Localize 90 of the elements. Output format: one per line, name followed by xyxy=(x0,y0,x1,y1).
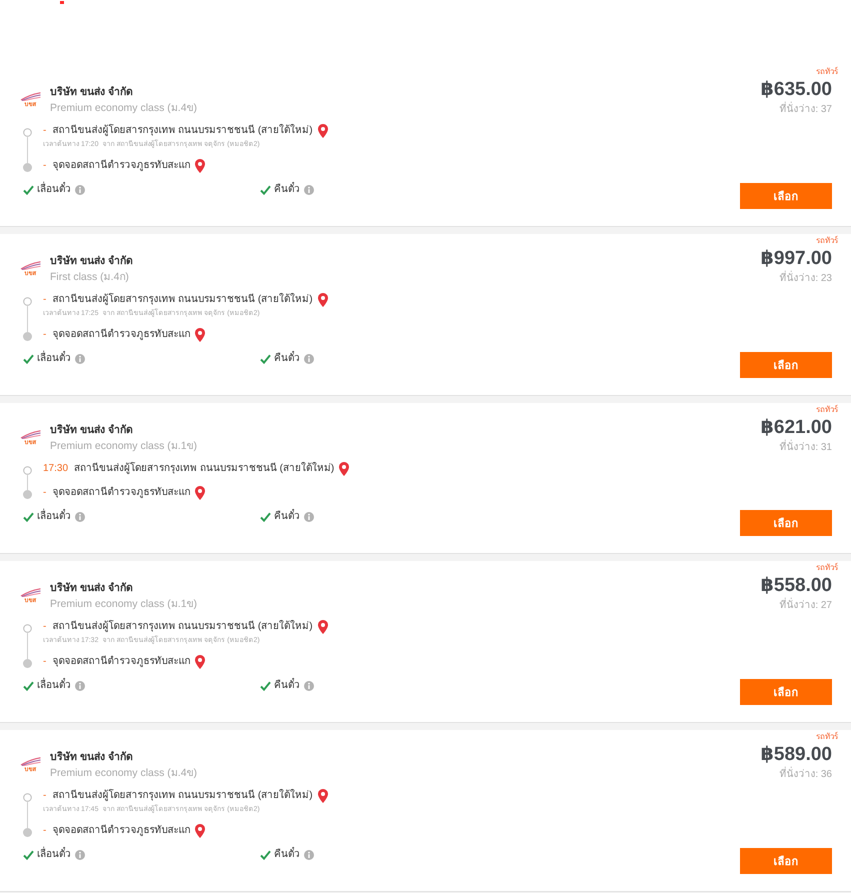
class-name: Premium economy class (ม.1ข) xyxy=(50,439,198,453)
seats-available: ที่นั่งว่าง: 36 xyxy=(779,768,832,781)
map-pin-icon xyxy=(195,328,206,342)
class-name: Premium economy class (ม.4ข) xyxy=(50,101,198,115)
info-icon[interactable] xyxy=(304,354,314,364)
dash-text: - xyxy=(43,824,46,838)
info-icon[interactable] xyxy=(75,850,85,860)
feature-label: เลื่อนตั๋ว xyxy=(37,183,71,197)
feature-label: เลื่อนตั๋ว xyxy=(37,510,71,524)
seats-available: ที่นั่งว่าง: 37 xyxy=(779,103,832,116)
station-name: จุดจอดสถานีตำรวจภูธรทับสะแก xyxy=(52,158,190,173)
dash-text: - xyxy=(43,293,46,307)
station-name: จุดจอดสถานีตำรวจภูธรทับสะแก xyxy=(52,486,190,500)
departure-time: 17:30 xyxy=(43,462,68,476)
map-pin-icon xyxy=(195,824,206,838)
company-name: บริษัท ขนส่ง จำกัด xyxy=(50,254,133,268)
info-icon[interactable] xyxy=(75,185,85,195)
info-icon[interactable] xyxy=(304,185,314,195)
class-name: First class (ม.4ก) xyxy=(50,270,129,284)
info-icon[interactable] xyxy=(75,354,85,364)
dash-text: - xyxy=(43,328,46,342)
feature-label: เลื่อนตั๋ว xyxy=(37,848,71,862)
map-pin-icon xyxy=(195,159,206,173)
map-pin-icon xyxy=(339,462,350,476)
bus-type-tag: รถทัวร์ xyxy=(816,66,838,78)
select-button[interactable]: เลือก xyxy=(740,510,832,536)
price-text: ฿997.00 xyxy=(760,247,832,270)
map-pin-icon xyxy=(195,486,206,500)
feature-label: คืนตั๋ว xyxy=(274,510,300,524)
info-icon[interactable] xyxy=(304,512,314,522)
class-name: Premium economy class (ม.4ข) xyxy=(50,766,198,780)
info-icon[interactable] xyxy=(304,681,314,691)
company-name: บริษัท ขนส่ง จำกัด xyxy=(50,423,133,437)
feature-label: คืนตั๋ว xyxy=(274,352,300,366)
circle-icon xyxy=(23,128,32,137)
feature-label: คืนตั๋ว xyxy=(274,848,300,862)
price-text: ฿635.00 xyxy=(760,78,832,102)
station-name: สถานีขนส่งผู้โดยสารกรุงเทพ ถนนบรมราชชนนี (สายใต้ใหม่) xyxy=(74,461,334,476)
price-text: ฿589.00 xyxy=(760,743,832,766)
swoosh-icon xyxy=(20,430,41,438)
circle-icon xyxy=(23,466,32,475)
class-name: Premium economy class (ม.1ข) xyxy=(50,597,198,611)
bus-type-tag: รถทัวร์ xyxy=(816,235,838,247)
company-name: บริษัท ขนส่ง จำกัด xyxy=(50,85,133,99)
station-name: จุดจอดสถานีตำรวจภูธรทับสะแก xyxy=(52,824,190,838)
map-pin-icon xyxy=(195,655,206,669)
map-pin-icon xyxy=(318,124,328,138)
station-name: สถานีขนส่งผู้โดยสารกรุงเทพ ถนนบรมราชชนนี (สายใต้ใหม่) xyxy=(52,619,313,634)
swoosh-icon xyxy=(20,92,41,100)
select-button[interactable]: เลือก xyxy=(740,352,832,378)
info-icon[interactable] xyxy=(75,512,85,522)
bus-type-tag: รถทัวร์ xyxy=(816,562,838,574)
circle-icon xyxy=(23,793,32,802)
bus-type-tag: รถทัวร์ xyxy=(816,404,838,416)
seats-available: ที่นั่งว่าง: 23 xyxy=(779,272,832,285)
dash-text: - xyxy=(43,486,46,500)
swoosh-icon xyxy=(20,588,41,596)
feature-label: คืนตั๋ว xyxy=(274,183,300,197)
company-name: บริษัท ขนส่ง จำกัด xyxy=(50,750,133,764)
seats-available: ที่นั่งว่าง: 31 xyxy=(779,441,832,454)
price-text: ฿558.00 xyxy=(760,574,832,598)
map-pin-icon xyxy=(318,620,328,634)
map-pin-icon xyxy=(318,789,328,803)
station-name: สถานีขนส่งผู้โดยสารกรุงเทพ ถนนบรมราชชนนี (สายใต้ใหม่) xyxy=(52,123,313,138)
feature-label: คืนตั๋ว xyxy=(274,679,300,693)
seats-available: ที่นั่งว่าง: 27 xyxy=(779,599,832,612)
swoosh-icon xyxy=(20,260,41,270)
circle-icon xyxy=(23,624,32,633)
select-button[interactable]: เลือก xyxy=(740,848,832,874)
station-name: จุดจอดสถานีตำรวจภูธรทับสะแก xyxy=(52,328,190,342)
price-text: ฿621.00 xyxy=(760,416,832,440)
select-button[interactable]: เลือก xyxy=(740,183,832,209)
circle-icon xyxy=(23,297,32,306)
info-icon[interactable] xyxy=(304,850,314,860)
info-icon[interactable] xyxy=(75,681,85,691)
dash-text: - xyxy=(43,789,46,803)
dash-text: - xyxy=(43,124,46,138)
feature-label: เลื่อนตั๋ว xyxy=(37,352,71,366)
bus-type-tag: รถทัวร์ xyxy=(816,731,838,743)
dash-text: - xyxy=(43,159,46,173)
dash-text: - xyxy=(43,620,46,634)
map-pin-icon xyxy=(318,293,328,307)
dash-text: - xyxy=(43,655,46,669)
feature-label: เลื่อนตั๋ว xyxy=(37,679,71,693)
company-name: บริษัท ขนส่ง จำกัด xyxy=(50,581,133,595)
select-button[interactable]: เลือก xyxy=(740,679,832,705)
station-name: สถานีขนส่งผู้โดยสารกรุงเทพ ถนนบรมราชชนนี (สายใต้ใหม่) xyxy=(52,292,313,307)
station-name: จุดจอดสถานีตำรวจภูธรทับสะแก xyxy=(52,654,190,669)
station-name: สถานีขนส่งผู้โดยสารกรุงเทพ ถนนบรมราชชนนี (สายใต้ใหม่) xyxy=(52,788,313,803)
swoosh-icon xyxy=(20,756,41,766)
